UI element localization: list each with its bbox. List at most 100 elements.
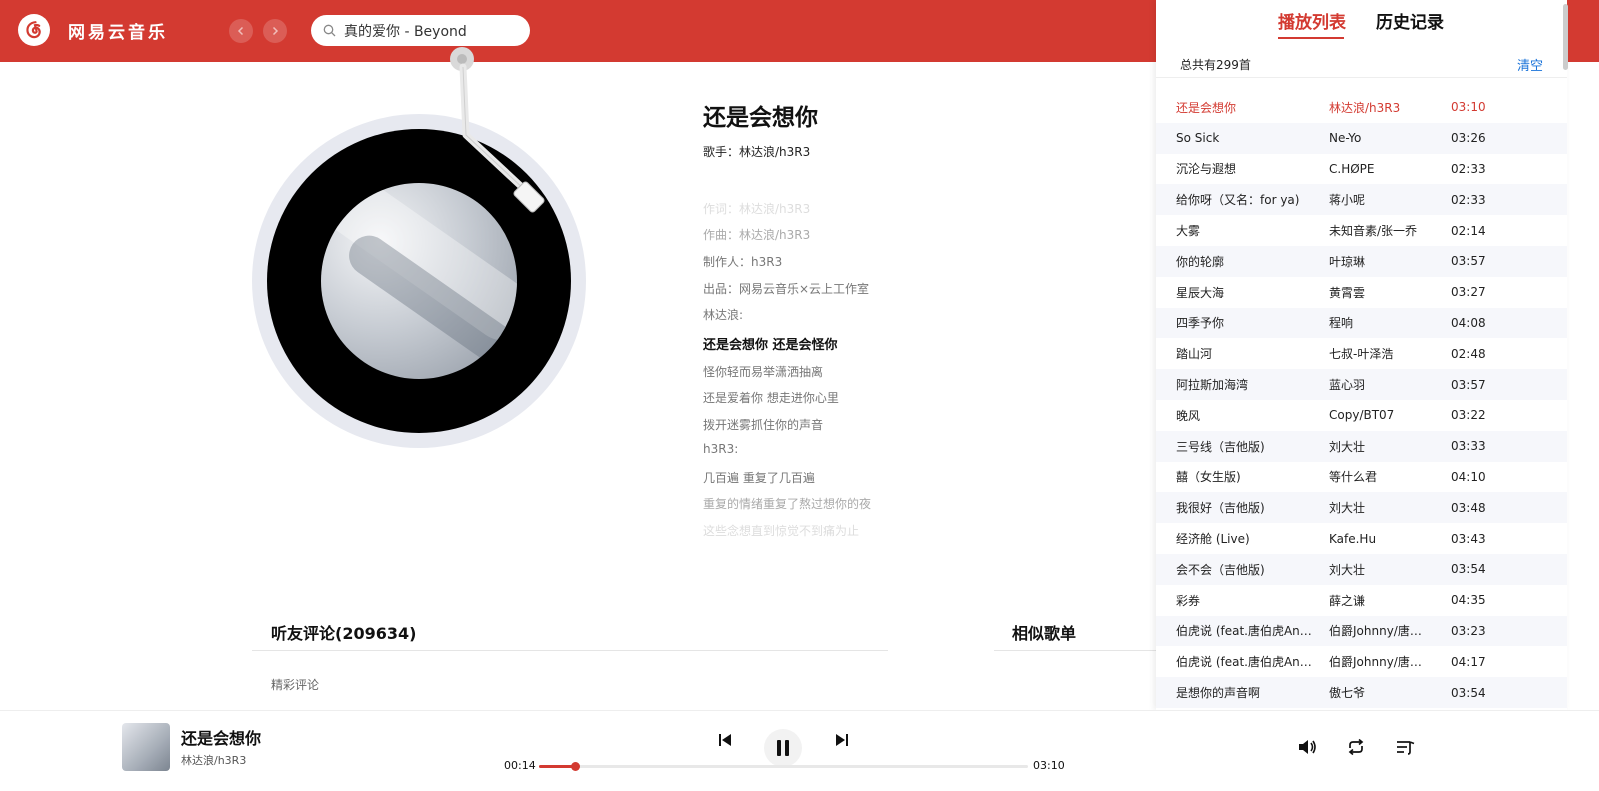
next-button[interactable]: [831, 729, 853, 751]
song-duration: 03:54: [1451, 562, 1486, 577]
song-artist: 黄霄雲: [1329, 285, 1366, 300]
song-artist: 刘大壮: [1329, 501, 1366, 516]
lyric-line: 还是爱着你 想走进你心里: [703, 391, 839, 405]
pause-icon: [777, 740, 789, 756]
volume-icon: [1299, 740, 1316, 754]
song-artist: 薛之谦: [1329, 593, 1366, 608]
playlist-row[interactable]: So Sick Ne-Yo 03:26: [1156, 122, 1567, 154]
playlist-row[interactable]: 经济舱 (Live) Kafe.Hu 03:43: [1156, 523, 1567, 554]
song-artist: 七叔-叶泽浩: [1329, 347, 1394, 362]
song-name: 是想你的声音啊: [1176, 686, 1261, 701]
tab-history[interactable]: 历史记录: [1376, 8, 1444, 33]
song-name: 伯虎说 (feat.唐伯虎An…: [1176, 655, 1312, 670]
progress-fill: [539, 765, 575, 768]
playlist-row[interactable]: 踏山河 七叔-叶泽浩 02:48: [1156, 338, 1567, 369]
lyric-line: 几百遍 重复了几百遍: [703, 471, 815, 485]
volume-button[interactable]: [1296, 736, 1318, 758]
now-playing-cover[interactable]: [122, 723, 170, 771]
search-icon: [323, 24, 336, 37]
song-duration: 03:54: [1451, 685, 1486, 700]
similar-playlists-title: 相似歌单: [1012, 624, 1077, 643]
song-name: So Sick: [1176, 131, 1220, 146]
playlist-row[interactable]: 星辰大海 黄霄雲 03:27: [1156, 277, 1567, 308]
playlist-row[interactable]: 你的轮廓 叶琼琳 03:57: [1156, 245, 1567, 277]
back-button[interactable]: [229, 19, 253, 43]
now-playing-artist[interactable]: 林达浪/h3R3: [181, 752, 246, 768]
progress-knob[interactable]: [571, 762, 580, 771]
song-duration: 04:17: [1451, 654, 1486, 669]
playlist-row[interactable]: 伯虎说 (feat.唐伯虎An… 伯爵Johnny/唐… 03:23: [1156, 615, 1567, 647]
playlist-row[interactable]: 沉沦与遐想 C.HØPE 02:33: [1156, 154, 1567, 185]
playlist-row[interactable]: 是想你的声音啊 傲七爷 03:54: [1156, 677, 1567, 708]
netease-music-logo-icon: [18, 14, 50, 46]
playlist-row[interactable]: 三号线（吉他版) 刘大壮 03:33: [1156, 430, 1567, 462]
song-name: 伯虎说 (feat.唐伯虎An…: [1176, 624, 1312, 639]
song-artist: 刘大壮: [1329, 439, 1366, 454]
loop-mode-button[interactable]: [1345, 736, 1367, 758]
total-time: 03:10: [1033, 759, 1065, 772]
tab-playlist[interactable]: 播放列表: [1278, 8, 1346, 33]
song-duration: 03:27: [1451, 285, 1486, 300]
song-duration: 03:33: [1451, 439, 1486, 454]
song-name: 你的轮廓: [1176, 254, 1225, 269]
song-name: 阿拉斯加海湾: [1176, 378, 1249, 393]
playlist-count: 总共有299首: [1180, 58, 1251, 72]
playlist-button[interactable]: [1394, 736, 1416, 758]
song-artist: 叶琼琳: [1329, 254, 1366, 269]
lyric-line-current: 还是会想你 还是会怪你: [703, 338, 838, 353]
playlist-row[interactable]: 大雾 未知音素/张一乔 02:14: [1156, 215, 1567, 246]
song-duration: 03:22: [1451, 408, 1486, 423]
search-input[interactable]: [344, 22, 524, 39]
song-name: 给你呀（又名：for ya): [1176, 193, 1300, 208]
playlist-row[interactable]: 四季予你 程响 04:08: [1156, 307, 1567, 339]
playlist-scrollbar[interactable]: [1563, 4, 1568, 70]
panel-divider: [1156, 77, 1567, 78]
current-time: 00:14: [504, 759, 536, 772]
song-duration: 03:48: [1451, 500, 1486, 515]
lyric-line: 制作人：h3R3: [703, 255, 783, 269]
playlist-row[interactable]: 会不会（吉他版) 刘大壮 03:54: [1156, 553, 1567, 585]
chevron-right-icon: [272, 26, 279, 36]
playlist-row[interactable]: 囍（女生版) 等什么君 04:10: [1156, 462, 1567, 493]
playlist-row[interactable]: 彩券 薛之谦 04:35: [1156, 585, 1567, 616]
song-artist: 蒋小呢: [1329, 193, 1366, 208]
playlist-row[interactable]: 我很好（吉他版) 刘大壮 03:48: [1156, 492, 1567, 524]
playlist-row[interactable]: 给你呀（又名：for ya) 蒋小呢 02:33: [1156, 184, 1567, 216]
playlist-row[interactable]: 晚风 Copy/BT07 03:22: [1156, 400, 1567, 431]
clear-playlist-button[interactable]: 清空: [1517, 55, 1543, 74]
now-playing-title[interactable]: 还是会想你: [181, 725, 261, 749]
song-artist: 林达浪/h3R3: [1329, 100, 1401, 115]
song-name: 经济舱 (Live): [1176, 532, 1250, 547]
song-duration: 02:14: [1451, 223, 1486, 238]
progress-bar[interactable]: [539, 762, 1028, 771]
song-duration: 04:10: [1451, 469, 1486, 484]
hot-comments-label: 精彩评论: [271, 678, 320, 692]
song-duration: 03:57: [1451, 254, 1486, 269]
playlist-row[interactable]: 阿拉斯加海湾 蓝心羽 03:57: [1156, 369, 1567, 400]
comments-divider: [252, 650, 888, 651]
tonearm-icon: [450, 47, 545, 213]
pause-button[interactable]: [764, 729, 802, 767]
comments-title: 听友评论(209634): [271, 624, 417, 643]
previous-button[interactable]: [714, 729, 736, 751]
playlist-row-active[interactable]: 还是会想你 林达浪/h3R3 03:10: [1156, 92, 1567, 123]
song-duration: 04:35: [1451, 593, 1486, 608]
song-name: 囍（女生版): [1176, 470, 1241, 485]
song-artist: 程响: [1329, 316, 1354, 331]
song-duration: 03:23: [1451, 623, 1486, 638]
song-name: 四季予你: [1176, 316, 1225, 331]
chevron-left-icon: [237, 26, 244, 36]
song-duration: 02:48: [1451, 346, 1486, 361]
lyric-line: 拨开迷雾抓住你的声音: [703, 418, 824, 432]
player-bar: 还是会想你 林达浪/h3R3 00:14 03:10: [0, 710, 1599, 791]
app-logo[interactable]: 网易云音乐: [18, 14, 168, 46]
song-name: 三号线（吉他版): [1176, 439, 1265, 454]
lyric-line: 作词：林达浪/h3R3: [703, 202, 811, 216]
song-name: 晚风: [1176, 408, 1201, 423]
playlist-row[interactable]: 伯虎说 (feat.唐伯虎An… 伯爵Johnny/唐… 04:17: [1156, 646, 1567, 677]
song-name: 踏山河: [1176, 347, 1213, 362]
search-bar[interactable]: [311, 15, 530, 46]
song-artist: 未知音素/张一乔: [1329, 224, 1418, 239]
lyric-line: 这些念想直到惊觉不到痛为止: [703, 524, 860, 538]
forward-button[interactable]: [263, 19, 287, 43]
